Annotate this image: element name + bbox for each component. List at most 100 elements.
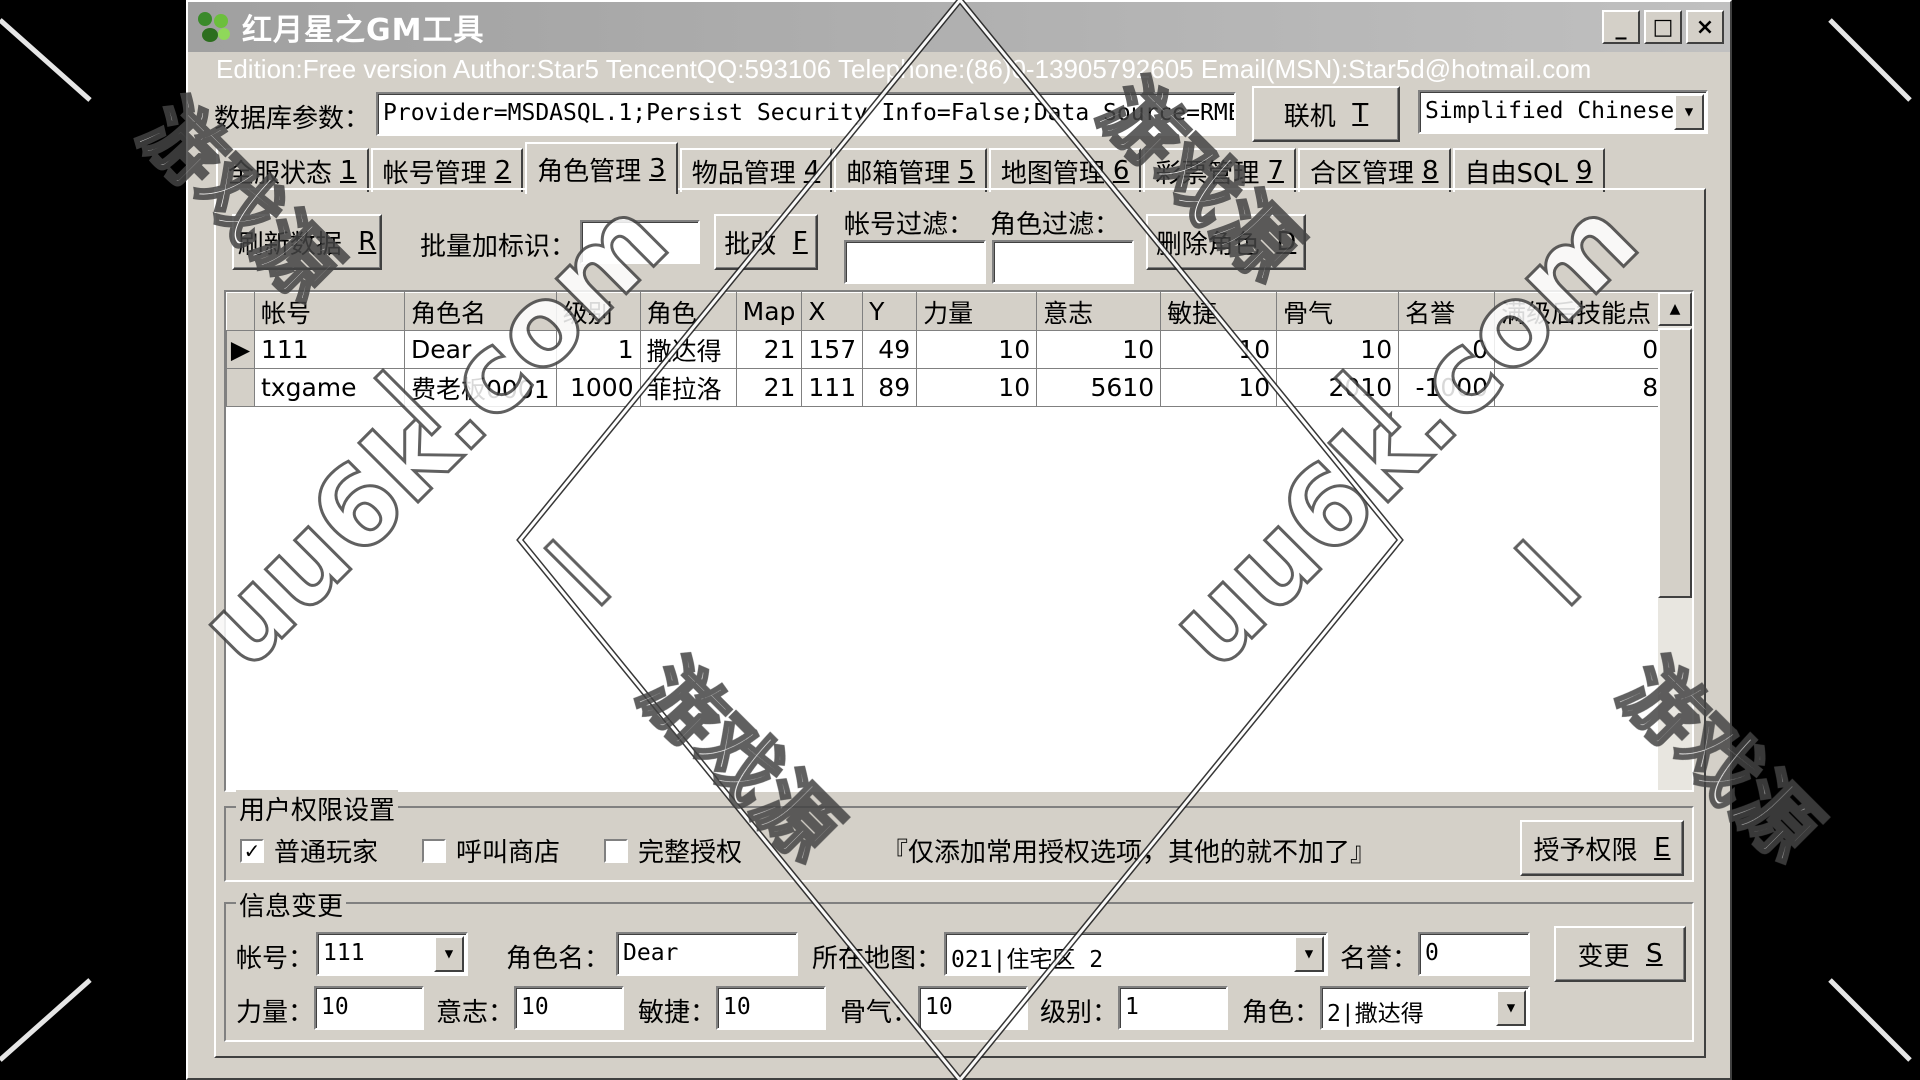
app-icon [196,10,234,44]
role-name-input[interactable]: Dear [616,932,798,976]
column-header[interactable]: 骨气 [1276,292,1400,331]
tab-map-management[interactable]: 地图管理 6 [988,148,1142,192]
table-cell[interactable]: 49 [862,330,918,369]
column-header[interactable]: 角色 [639,292,737,331]
table-cell[interactable]: 21 [735,330,803,369]
refresh-button[interactable]: 刷新数据 R [232,214,382,270]
table-cell[interactable]: 0 [1494,330,1666,369]
scroll-up-arrow-icon[interactable]: ▲ [1658,292,1692,326]
table-cell[interactable]: 5610 [1036,368,1162,407]
gm-tool-window: 红月星之GM工具 _ □ × Edition:Free version Auth… [186,0,1732,1080]
column-header[interactable]: Map [735,292,803,331]
will-input[interactable]: 10 [514,986,624,1030]
table-cell[interactable]: 10 [1276,330,1400,369]
maximize-button[interactable]: □ [1644,10,1682,44]
table-row[interactable]: ▶ 111 Dear 1 撒达得 21 157 49 10 10 10 10 0… [226,330,1666,369]
table-cell[interactable]: 1 [555,330,641,369]
batch-modify-button[interactable]: 批改 F [714,214,818,270]
table-cell[interactable]: 菲拉洛 [639,368,737,407]
delete-role-button[interactable]: 删除角色 D [1146,214,1306,270]
table-cell[interactable]: 10 [916,330,1038,369]
role-grid[interactable]: 帐号 角色名 级别 角色 Map X Y 力量 意志 敏捷 骨气 名誉 满级后技… [224,290,1694,792]
column-header[interactable]: 帐号 [254,292,405,331]
column-header[interactable]: 意志 [1036,292,1162,331]
change-button[interactable]: 变更 S [1554,926,1686,982]
table-cell[interactable]: 0 [1398,330,1496,369]
table-header-row: 帐号 角色名 级别 角色 Map X Y 力量 意志 敏捷 骨气 名誉 满级后技… [226,292,1666,331]
table-cell[interactable]: Dear [404,330,557,369]
column-header[interactable]: 角色名 [404,292,557,331]
checkbox-call-shop[interactable]: 呼叫商店 [422,832,560,869]
scrollbar-thumb[interactable] [1658,328,1692,598]
table-cell[interactable]: 10 [916,368,1038,407]
connect-button[interactable]: 联机 T [1252,86,1400,142]
table-cell[interactable]: 10 [1160,330,1278,369]
strength-label: 力量： [236,998,315,1028]
table-cell[interactable]: 89 [862,368,918,407]
chevron-down-icon[interactable]: ▼ [1294,936,1324,972]
column-header[interactable]: 名誉 [1398,292,1496,331]
language-value: Simplified Chinese [1425,98,1675,124]
tab-role-management[interactable]: 角色管理 3 [525,142,678,194]
level-input[interactable]: 1 [1118,986,1228,1030]
tab-free-sql[interactable]: 自由SQL 9 [1452,148,1605,192]
table-cell[interactable]: 10 [1036,330,1162,369]
bone-input[interactable]: 10 [918,986,1028,1030]
agility-input[interactable]: 10 [716,986,826,1030]
tab-account-management[interactable]: 帐号管理 2 [370,148,524,192]
checkbox-normal-player[interactable]: ✓ 普通玩家 [240,832,378,869]
tab-mailbox-management[interactable]: 邮箱管理 5 [834,148,987,192]
column-header[interactable]: Y [862,292,918,331]
table-cell[interactable]: 21 [735,368,803,407]
checkbox-box[interactable] [604,838,628,863]
tab-server-status[interactable]: 全服状态 1 [216,148,369,192]
column-header[interactable]: 满级后技能点 [1494,292,1666,331]
table-cell[interactable]: 8 [1494,368,1666,407]
checkbox-check-icon[interactable]: ✓ [240,838,264,863]
table-cell[interactable]: 10 [1160,368,1278,407]
map-combo[interactable]: 021|住宅区 2 ▼ [944,932,1328,976]
batch-mark-input[interactable] [580,220,700,264]
table-cell[interactable]: 157 [801,330,864,369]
table-cell[interactable]: 111 [254,330,405,369]
table-cell[interactable]: 2010 [1276,368,1400,407]
edition-info: Edition:Free version Author:Star5 Tencen… [216,54,1592,84]
language-select[interactable]: Simplified Chinese ▼ [1418,90,1708,134]
db-params-input[interactable]: Provider=MSDASQL.1;Persist Security Info… [376,92,1236,136]
close-button[interactable]: × [1686,10,1724,44]
table-cell[interactable]: txgame [254,368,405,407]
table-cell[interactable]: 111 [801,368,864,407]
chevron-down-icon[interactable]: ▼ [1674,94,1704,130]
table-cell[interactable]: 撒达得 [639,330,737,369]
column-header[interactable]: 力量 [916,292,1038,331]
table-cell[interactable]: -1000 [1398,368,1496,407]
checkbox-full-auth[interactable]: 完整授权 [604,832,742,869]
table-row[interactable]: txgame 费老板0001 1000 菲拉洛 21 111 89 10 561… [226,368,1666,407]
grant-permission-button[interactable]: 授予权限 E [1520,820,1684,876]
account-filter-label: 帐号过滤： [844,210,975,240]
tab-item-management[interactable]: 物品管理 4 [679,148,833,192]
tab-lottery-management[interactable]: 彩票管理 7 [1143,148,1296,192]
chevron-down-icon[interactable]: ▼ [434,936,464,972]
column-header[interactable]: X [801,292,864,331]
will-label: 意志： [436,998,515,1028]
role-filter-input[interactable] [992,240,1134,284]
role-table: 帐号 角色名 级别 角色 Map X Y 力量 意志 敏捷 骨气 名誉 满级后技… [226,292,1666,407]
role-combo[interactable]: 2|撒达得 ▼ [1320,986,1530,1030]
window-title: 红月星之GM工具 [242,13,485,48]
table-cell[interactable]: 1000 [555,368,641,407]
vertical-scrollbar[interactable]: ▲ [1658,292,1692,790]
column-header[interactable]: 敏捷 [1160,292,1278,331]
tab-bar: 全服状态 1 帐号管理 2 角色管理 3 物品管理 4 邮箱管理 5 地图管理 6 彩票管理… [216,142,1607,194]
account-filter-input[interactable] [844,240,986,284]
column-header[interactable]: 级别 [555,292,641,331]
strength-input[interactable]: 10 [314,986,424,1030]
indicator-header [226,292,255,331]
checkbox-box[interactable] [422,838,446,863]
account-combo[interactable]: 111 ▼ [316,932,468,976]
minimize-button[interactable]: _ [1602,10,1640,44]
table-cell[interactable]: 费老板0001 [404,368,557,407]
chevron-down-icon[interactable]: ▼ [1496,990,1526,1026]
tab-merge-management[interactable]: 合区管理 8 [1297,148,1451,192]
fame-input[interactable]: 0 [1418,932,1530,976]
